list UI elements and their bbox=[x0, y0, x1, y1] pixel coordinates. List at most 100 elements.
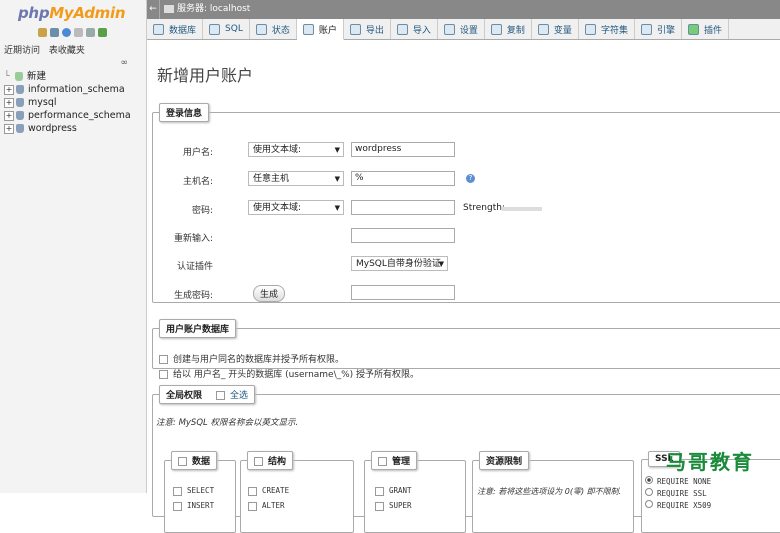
host-input[interactable]: % bbox=[351, 171, 455, 186]
page-title: 新增用户账户 bbox=[157, 66, 254, 85]
priv-create[interactable]: CREATE bbox=[248, 486, 289, 496]
priv-grant-checkbox[interactable] bbox=[375, 486, 384, 496]
sql-icon bbox=[209, 23, 221, 35]
plugin-icon bbox=[687, 23, 699, 35]
ssl-require-none[interactable]: REQUIRE NONE bbox=[645, 476, 711, 486]
priv-alter[interactable]: ALTER bbox=[248, 501, 285, 511]
host-type-select[interactable]: 任意主机 ▼ bbox=[248, 171, 344, 186]
auth-plugin-label: 认证插件 bbox=[176, 262, 213, 272]
home-icon[interactable] bbox=[38, 28, 47, 37]
password-input[interactable] bbox=[351, 200, 455, 215]
server-breadcrumb: ← 服务器: localhost bbox=[147, 0, 780, 19]
tab-sql[interactable]: SQL bbox=[203, 19, 250, 39]
ssl-require-ssl[interactable]: REQUIRE SSL bbox=[645, 488, 707, 498]
radio-icon[interactable] bbox=[645, 476, 653, 484]
replication-icon bbox=[490, 23, 502, 35]
ssl-require-x509[interactable]: REQUIRE X509 bbox=[645, 500, 711, 510]
tab-engines[interactable]: 引擎 bbox=[635, 19, 682, 39]
tab-databases[interactable]: 数据库 bbox=[147, 19, 204, 39]
status-icon bbox=[255, 23, 267, 35]
docs-icon[interactable] bbox=[74, 28, 83, 37]
dropdown-arrow-icon: ▼ bbox=[334, 146, 340, 154]
priv-super[interactable]: SUPER bbox=[375, 501, 412, 511]
priv-alter-checkbox[interactable] bbox=[248, 501, 257, 511]
priv-insert-checkbox[interactable] bbox=[173, 501, 182, 511]
radio-icon[interactable] bbox=[645, 500, 653, 508]
auth-plugin-select[interactable]: MySQL自带身份验证 ▼ bbox=[351, 256, 448, 271]
strength-label: Strength: bbox=[463, 203, 505, 213]
grant-wildcard-checkbox[interactable] bbox=[159, 370, 168, 379]
database-icon bbox=[16, 111, 24, 120]
expand-icon[interactable]: + bbox=[4, 97, 14, 108]
phpmyadmin-logo[interactable]: phpMyAdmin bbox=[18, 4, 126, 22]
priv-select-checkbox[interactable] bbox=[173, 486, 182, 496]
tree-item-new[interactable]: └ 新建 bbox=[4, 70, 131, 83]
logout-icon[interactable] bbox=[50, 28, 59, 37]
priv-select[interactable]: SELECT bbox=[173, 486, 214, 496]
reload-icon[interactable] bbox=[98, 28, 107, 37]
charset-icon bbox=[584, 23, 596, 35]
import-icon bbox=[396, 23, 408, 35]
info-icon[interactable]: ? bbox=[466, 174, 475, 183]
expand-icon[interactable]: + bbox=[4, 84, 14, 95]
username-label: 用户名: bbox=[182, 148, 213, 158]
priv-insert[interactable]: INSERT bbox=[173, 501, 214, 511]
tab-accounts[interactable]: 账户 bbox=[296, 19, 344, 40]
settings-icon[interactable] bbox=[86, 28, 95, 37]
expand-icon[interactable]: + bbox=[4, 123, 14, 134]
database-icon bbox=[16, 124, 24, 133]
export-icon bbox=[349, 23, 361, 35]
tab-settings[interactable]: 设置 bbox=[438, 19, 485, 39]
tree-item-performance-schema[interactable]: + performance_schema bbox=[4, 109, 131, 122]
new-icon bbox=[15, 72, 23, 81]
global-privileges-legend: 全局权限 全选 bbox=[159, 385, 256, 404]
collapse-icon[interactable]: ← bbox=[147, 0, 160, 19]
privileges-note: 注意: MySQL 权限名称会以英文显示. bbox=[156, 418, 299, 428]
tab-plugins[interactable]: 插件 bbox=[682, 19, 729, 39]
select-all-option[interactable]: 全选 bbox=[216, 391, 248, 401]
tree-item-wordpress[interactable]: + wordpress bbox=[4, 122, 131, 135]
wrench-icon bbox=[443, 23, 455, 35]
priv-super-checkbox[interactable] bbox=[375, 501, 384, 511]
structure-select-all-checkbox[interactable] bbox=[254, 457, 263, 466]
database-icon bbox=[16, 85, 24, 94]
select-all-checkbox[interactable] bbox=[216, 391, 226, 400]
expand-icon[interactable]: + bbox=[4, 110, 14, 121]
generate-password-button[interactable]: 生成 bbox=[253, 285, 286, 302]
quick-icons bbox=[38, 28, 107, 37]
username-input[interactable]: wordpress bbox=[351, 142, 455, 157]
host-label: 主机名: bbox=[182, 177, 213, 187]
priv-grant[interactable]: GRANT bbox=[375, 486, 412, 496]
recent-link[interactable]: 近期访问 bbox=[4, 46, 40, 56]
watermark: 马哥教育 bbox=[666, 450, 754, 474]
password-type-select[interactable]: 使用文本域: ▼ bbox=[248, 200, 344, 215]
tab-charsets[interactable]: 字符集 bbox=[579, 19, 635, 39]
resource-limits-legend: 资源限制 bbox=[479, 451, 530, 470]
tab-variables[interactable]: 变量 bbox=[532, 19, 579, 39]
tab-import[interactable]: 导入 bbox=[391, 19, 438, 39]
priv-create-checkbox[interactable] bbox=[248, 486, 257, 496]
username-type-select[interactable]: 使用文本域: ▼ bbox=[248, 142, 344, 157]
create-db-option[interactable]: 创建与用户同名的数据库并授予所有权限。 bbox=[159, 352, 344, 365]
tab-export[interactable]: 导出 bbox=[344, 19, 391, 39]
tab-status[interactable]: 状态 bbox=[250, 19, 297, 39]
dropdown-arrow-icon: ▼ bbox=[334, 175, 340, 183]
tree-item-information-schema[interactable]: + information_schema bbox=[4, 83, 131, 96]
help-icon[interactable] bbox=[62, 28, 71, 37]
tab-replication[interactable]: 复制 bbox=[485, 19, 532, 39]
favorites-link[interactable]: 表收藏夹 bbox=[49, 46, 85, 56]
data-select-all-checkbox[interactable] bbox=[178, 457, 187, 466]
admin-privileges-legend: 管理 bbox=[371, 451, 418, 470]
radio-icon[interactable] bbox=[645, 488, 653, 496]
reenter-password-input[interactable] bbox=[351, 228, 455, 243]
grant-wildcard-option[interactable]: 给以 用户名_ 开头的数据库 (username\_%) 授予所有权限。 bbox=[159, 367, 419, 380]
tree-item-mysql[interactable]: + mysql bbox=[4, 96, 131, 109]
admin-select-all-checkbox[interactable] bbox=[378, 457, 387, 466]
login-info-fieldset: 登录信息 用户名: 使用文本域: ▼ wordpress 主机名: 任意主机 ▼ %… bbox=[152, 103, 780, 303]
create-db-checkbox[interactable] bbox=[159, 355, 168, 364]
link-icon[interactable]: ∞ bbox=[121, 58, 129, 68]
admin-privileges-fieldset: 管理 GRANT SUPER bbox=[364, 451, 466, 533]
main-tabs: 数据库 SQL 状态 账户 导出 导入 设置 复制 变量 字符集 引擎 插件 bbox=[147, 19, 780, 40]
generated-password-input[interactable] bbox=[351, 285, 455, 300]
user-database-legend: 用户账户数据库 bbox=[159, 319, 237, 338]
